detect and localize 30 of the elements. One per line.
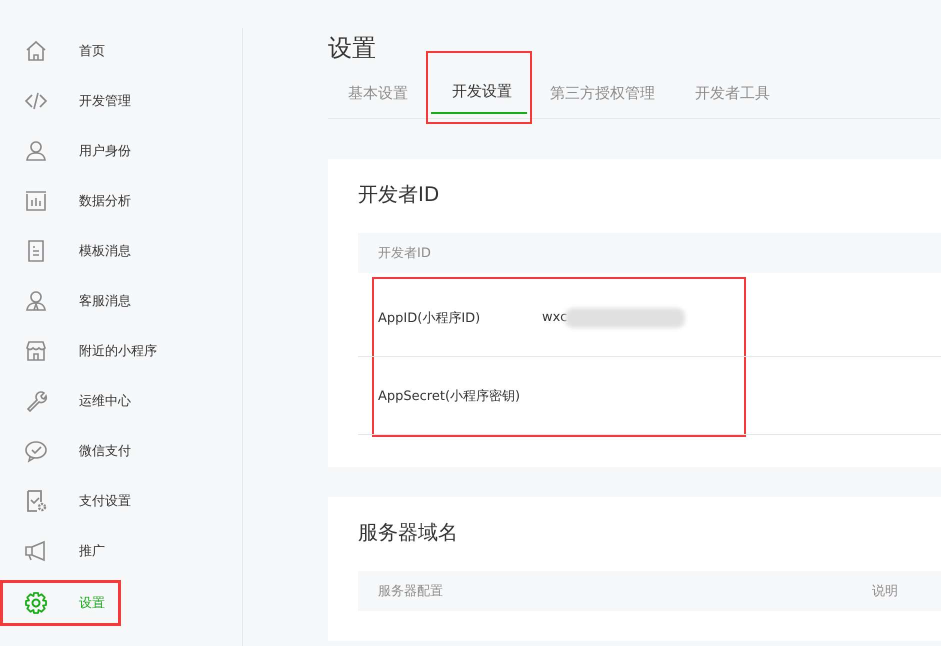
sidebar-item[interactable]: 支付设置 [0, 475, 242, 527]
column-header: 开发者ID [378, 245, 431, 262]
user-icon [24, 139, 48, 163]
page-title: 设置 [328, 33, 377, 64]
column-header: 服务器配置 [378, 583, 443, 600]
row-value: wxc [542, 310, 568, 325]
sidebar-item[interactable]: 客服消息 [0, 275, 242, 327]
phone-gear-icon [24, 489, 48, 513]
sidebar-item[interactable]: 首页 [0, 25, 242, 77]
chat-bubble-icon [24, 439, 48, 463]
sidebar-item[interactable]: 附近的小程序 [0, 325, 242, 377]
row-label: AppID(小程序ID) [378, 310, 482, 326]
sidebar-item[interactable]: 用户身份 [0, 125, 242, 177]
column-header: 说明 [872, 583, 898, 600]
sidebar-item[interactable]: 模板消息 [0, 225, 242, 277]
store-icon [24, 339, 48, 363]
row-label: AppSecret(小程序密钥) [378, 388, 522, 404]
sidebar-item[interactable]: 数据分析 [0, 175, 242, 227]
wrench-icon [24, 389, 48, 413]
settings-icon [24, 591, 48, 615]
megaphone-icon [24, 539, 48, 563]
bar-chart-icon [24, 189, 48, 213]
home-icon [24, 39, 48, 63]
user-icon [24, 289, 48, 313]
card-title: 服务器域名 [358, 519, 459, 546]
sidebar-item[interactable]: 运维中心 [0, 375, 242, 427]
card-title: 开发者ID [358, 181, 440, 208]
sidebar-item[interactable]: 推广 [0, 525, 242, 577]
sidebar-item[interactable]: 开发管理 [0, 75, 242, 127]
sidebar-item[interactable]: 微信支付 [0, 425, 242, 477]
